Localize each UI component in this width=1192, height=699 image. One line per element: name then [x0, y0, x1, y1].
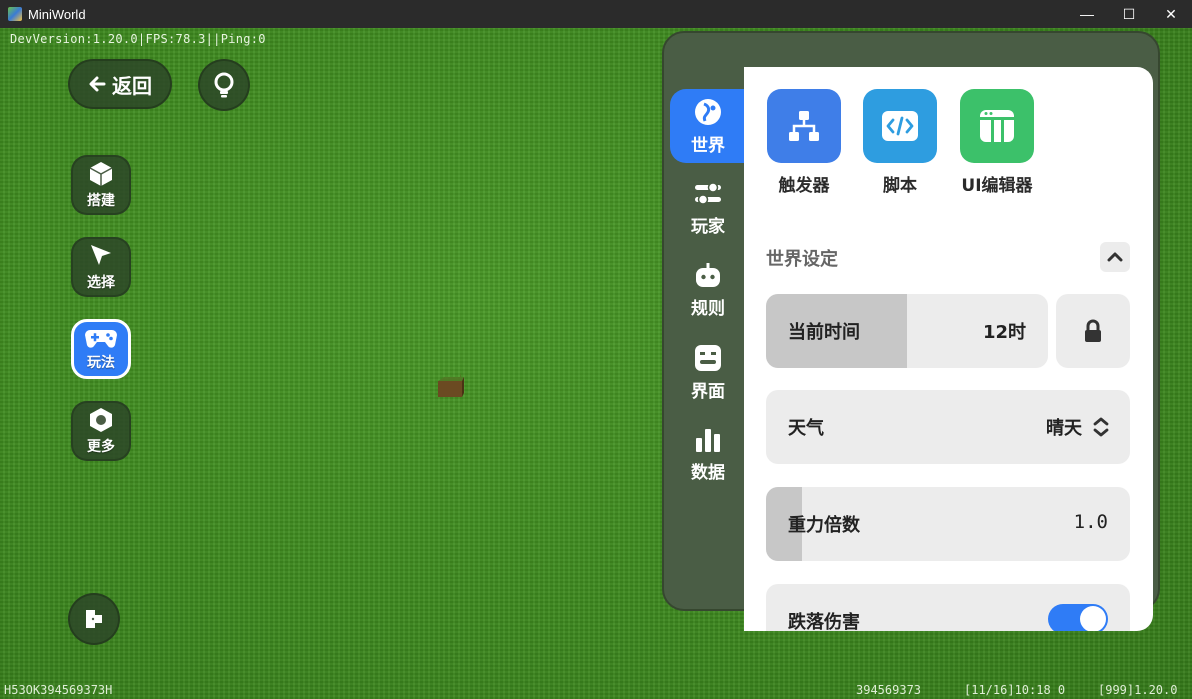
window-title: MiniWorld [28, 6, 86, 22]
bottom-uid-text: 394569373 [856, 683, 922, 697]
bottom-version-text: [999]1.20.0 [1098, 683, 1178, 697]
fall-damage-label: 跌落伤害 [788, 612, 860, 631]
hierarchy-icon [789, 111, 819, 141]
gravity-label: 重力倍数 [788, 515, 860, 536]
bottom-time-text: [11/16]10:18 0 [964, 683, 1066, 697]
bar-chart-icon [696, 428, 720, 452]
window-titlebar: MiniWorld — ☐ ✕ [0, 0, 1192, 28]
robot-icon [696, 262, 720, 287]
script-label: 脚本 [883, 176, 917, 196]
cube-icon [89, 162, 113, 186]
gamepad-icon [85, 330, 117, 348]
time-label: 当前时间 [788, 322, 860, 343]
minimize-button[interactable]: — [1066, 0, 1108, 28]
tab-ui[interactable]: 界面 [670, 335, 746, 409]
door-exit-icon [86, 610, 102, 628]
trigger-tile[interactable] [767, 89, 841, 163]
tool-more-button[interactable]: 更多 [71, 401, 131, 461]
toggle-knob [1080, 606, 1106, 631]
tab-player-label: 玩家 [691, 216, 725, 237]
tool-build-button[interactable]: 搭建 [71, 155, 131, 215]
time-value: 12时 [982, 322, 1026, 343]
hexagon-icon [90, 408, 112, 432]
tool-play-label: 玩法 [87, 355, 115, 371]
time-lock-button[interactable] [1056, 294, 1130, 368]
ui-editor-card[interactable]: UI编辑器 [959, 89, 1035, 196]
weather-select[interactable]: 天气 晴天 [766, 390, 1130, 464]
arrow-left-icon [89, 76, 106, 92]
dev-info-text: DevVersion:1.20.0|FPS:78.3||Ping:0 [10, 32, 266, 46]
tab-world-label: 世界 [691, 135, 725, 156]
panel-content-inner: 触发器 脚本 UI编辑器 世界设定 当前时间 12时 天气 晴天 重力倍数 1.… [744, 67, 1153, 631]
tab-rules-label: 规则 [691, 298, 725, 319]
time-slider[interactable]: 当前时间 12时 [766, 294, 1048, 368]
tool-select-button[interactable]: 选择 [71, 237, 131, 297]
tab-data[interactable]: 数据 [670, 417, 746, 491]
trigger-label: 触发器 [778, 176, 830, 196]
gravity-slider[interactable]: 重力倍数 1.0 [766, 487, 1130, 561]
back-button[interactable]: 返回 [68, 59, 172, 109]
ui-editor-tile[interactable] [960, 89, 1034, 163]
app-icon [8, 7, 22, 21]
grass-block [438, 373, 464, 397]
script-card[interactable]: 脚本 [862, 89, 938, 196]
section-title: 世界设定 [766, 249, 838, 270]
sliders-icon [695, 181, 721, 205]
fall-damage-toggle[interactable] [1048, 604, 1108, 631]
lightbulb-icon [214, 72, 234, 98]
collapse-button[interactable] [1100, 242, 1130, 272]
maximize-button[interactable]: ☐ [1108, 0, 1150, 28]
layout-icon [980, 110, 1014, 142]
chevron-up-icon [1107, 252, 1123, 262]
tool-more-label: 更多 [87, 439, 115, 455]
cursor-icon [91, 245, 111, 265]
tool-select-label: 选择 [87, 275, 115, 291]
fall-damage-row: 跌落伤害 [766, 584, 1130, 631]
tool-play-button[interactable]: 玩法 [71, 319, 131, 379]
lock-icon [1085, 319, 1101, 342]
weather-value: 晴天 [1046, 418, 1082, 439]
back-label: 返回 [112, 73, 152, 98]
bottom-id-text: H53OK394569373H [4, 683, 113, 697]
ui-editor-label: UI编辑器 [961, 176, 1033, 196]
globe-icon [695, 98, 721, 125]
trigger-card[interactable]: 触发器 [766, 89, 842, 196]
tab-world[interactable]: 世界 [670, 89, 746, 163]
tool-build-label: 搭建 [87, 193, 115, 209]
screen-face-icon [695, 344, 721, 371]
panel-content: 触发器 脚本 UI编辑器 世界设定 当前时间 12时 天气 晴天 重力倍数 1.… [744, 67, 1153, 631]
close-button[interactable]: ✕ [1150, 0, 1192, 28]
window-controls: — ☐ ✕ [1066, 0, 1192, 28]
hint-button[interactable] [198, 59, 250, 111]
tab-player[interactable]: 玩家 [670, 171, 746, 245]
exit-button[interactable] [68, 593, 120, 645]
tab-data-label: 数据 [691, 462, 725, 483]
tab-ui-label: 界面 [691, 381, 725, 402]
updown-chevron-icon [1093, 417, 1109, 437]
weather-label: 天气 [788, 418, 824, 439]
tab-rules[interactable]: 规则 [670, 253, 746, 327]
script-tile[interactable] [863, 89, 937, 163]
code-icon [882, 111, 918, 141]
gravity-value: 1.0 [1073, 511, 1108, 533]
